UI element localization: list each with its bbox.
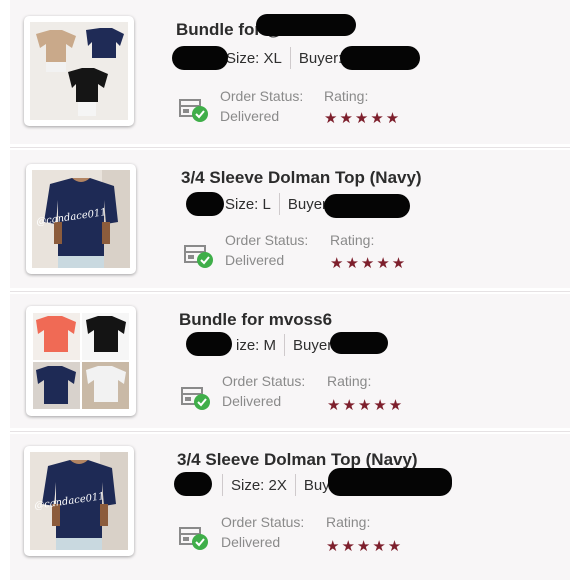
rating-stars: ★★★★★ (324, 110, 402, 127)
product-thumbnail[interactable] (24, 16, 134, 126)
divider (294, 474, 296, 496)
bundle-collage-image (30, 22, 128, 120)
redaction (186, 332, 232, 356)
order-status-label: Order Status: (220, 88, 304, 104)
order-status-label: Order Status: (221, 514, 305, 530)
rating-label: Rating: (324, 88, 369, 104)
order-status-value: Delivered (222, 393, 282, 409)
buyer-label[interactable]: Buyer (288, 196, 327, 213)
rating-stars: ★★★★★ (327, 397, 405, 414)
order-card[interactable]: Bundle for @ Size: XL Buyer: u Order Sta… (10, 0, 570, 144)
rating-label: Rating: (326, 514, 371, 530)
delivered-box-icon (178, 94, 210, 124)
order-card[interactable]: @candace011 3/4 Sleeve Dolman Top (Navy)… (10, 150, 570, 288)
order-status-value: Delivered (225, 252, 285, 268)
redaction (174, 472, 212, 496)
product-thumbnail[interactable]: @candace011 (26, 164, 136, 274)
redaction (328, 468, 452, 496)
size-label: Size: L (225, 195, 271, 213)
order-card[interactable]: @candace011 3/4 Sleeve Dolman Top (Navy)… (10, 434, 570, 580)
redaction (324, 194, 410, 218)
redaction (186, 192, 224, 216)
rating-stars: ★★★★★ (330, 255, 408, 272)
divider (10, 291, 570, 292)
redaction (172, 46, 228, 70)
size-label: ize: M (236, 336, 277, 354)
order-status-label: Order Status: (222, 373, 306, 389)
rating-label: Rating: (327, 373, 372, 389)
bundle-collage-image (32, 312, 130, 410)
size-label: Size: 2X (231, 476, 287, 494)
listing-title[interactable]: 3/4 Sleeve Dolman Top (Navy) (181, 168, 422, 188)
rating-label: Rating: (330, 232, 375, 248)
divider (10, 431, 570, 432)
divider (289, 47, 291, 69)
divider (10, 147, 570, 148)
divider (284, 334, 286, 356)
divider (278, 193, 280, 215)
product-thumbnail[interactable]: @candace011 (24, 446, 134, 556)
order-status-value: Delivered (220, 108, 280, 124)
listing-title[interactable]: Bundle for mvoss6 (179, 310, 332, 330)
delivered-box-icon (178, 522, 210, 552)
redaction (256, 14, 356, 36)
redaction (340, 46, 420, 70)
delivered-box-icon (180, 382, 212, 412)
order-status-value: Delivered (221, 534, 281, 550)
buyer-label[interactable]: Buyer (293, 337, 332, 354)
product-thumbnail[interactable] (26, 306, 136, 416)
delivered-box-icon (183, 240, 215, 270)
order-status-label: Order Status: (225, 232, 309, 248)
redaction (330, 332, 388, 354)
rating-stars: ★★★★★ (326, 538, 404, 555)
divider (222, 474, 223, 496)
order-card[interactable]: Bundle for mvoss6 ize: M Buyer Order Sta… (10, 294, 570, 428)
listing-title[interactable]: 3/4 Sleeve Dolman Top (Navy) (177, 450, 418, 470)
size-label: Size: XL (226, 49, 282, 67)
